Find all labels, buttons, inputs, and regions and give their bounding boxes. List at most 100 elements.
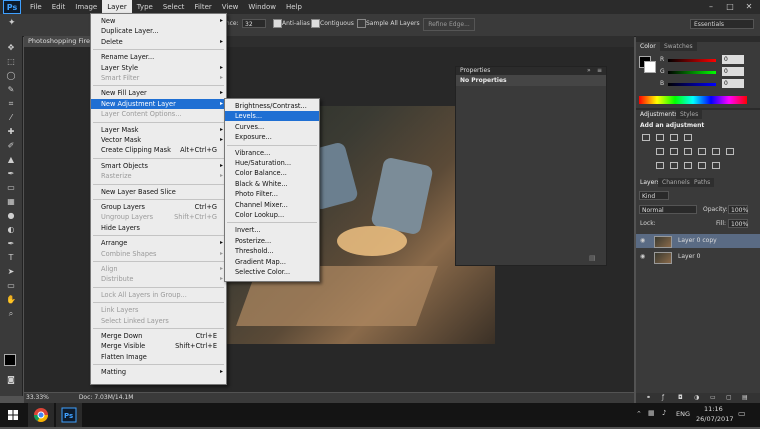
channel-b-input[interactable]: 0 bbox=[722, 79, 744, 88]
blur-tool-icon[interactable]: ● bbox=[5, 212, 17, 220]
channel-mixer-adjust-icon[interactable] bbox=[726, 148, 734, 155]
channel-b-slider[interactable] bbox=[668, 83, 716, 86]
refine-edge-button[interactable]: Refine Edge... bbox=[423, 18, 475, 31]
windows-start-icon[interactable] bbox=[0, 403, 26, 427]
move-tool-icon[interactable]: ✥ bbox=[5, 44, 17, 52]
type-tool-icon[interactable]: T bbox=[5, 254, 17, 262]
background-swatch[interactable] bbox=[644, 61, 656, 73]
notifications-icon[interactable]: ▭ bbox=[738, 409, 746, 418]
menu-filter[interactable]: Filter bbox=[189, 0, 216, 14]
curves-adjust-icon[interactable] bbox=[670, 134, 678, 141]
menu-item-channel-mixer[interactable]: Channel Mixer... bbox=[225, 200, 319, 210]
new-group-icon[interactable]: ▭ bbox=[710, 394, 716, 401]
zoom-tool-icon[interactable]: ⌕ bbox=[5, 310, 17, 318]
menu-item-layer-style[interactable]: Layer Style ▸ bbox=[91, 63, 226, 73]
menu-item-smart-objects[interactable]: Smart Objects ▸ bbox=[91, 161, 226, 171]
visibility-eye-icon[interactable]: ◉ bbox=[640, 234, 645, 248]
tab-adjustments[interactable]: Adjustments bbox=[636, 110, 682, 119]
menu-item-duplicate-layer[interactable]: Duplicate Layer... bbox=[91, 26, 226, 36]
crop-tool-icon[interactable]: ⌗ bbox=[5, 100, 17, 108]
zoom-level[interactable]: 33.33% bbox=[26, 394, 49, 401]
lasso-tool-icon[interactable]: ◯ bbox=[5, 72, 17, 80]
menu-item-new-adjustment-layer[interactable]: New Adjustment Layer ▸ bbox=[91, 98, 226, 109]
anti-alias-checkbox[interactable] bbox=[273, 19, 282, 28]
menu-item-exposure[interactable]: Exposure... bbox=[225, 132, 319, 142]
menu-view[interactable]: View bbox=[217, 0, 244, 14]
shape-tool-icon[interactable]: ▭ bbox=[5, 282, 17, 290]
menu-item-new-layer-based-slice[interactable]: New Layer Based Slice bbox=[91, 187, 226, 197]
marquee-tool-icon[interactable]: ⬚ bbox=[5, 58, 17, 66]
menu-item-new-fill-layer[interactable]: New Fill Layer ▸ bbox=[91, 88, 226, 98]
menu-item-merge-visible[interactable]: Merge Visible Shift+Ctrl+E bbox=[91, 341, 226, 351]
contiguous-checkbox[interactable] bbox=[311, 19, 320, 28]
network-icon[interactable]: ▦ bbox=[648, 409, 655, 417]
path-select-tool-icon[interactable]: ➤ bbox=[5, 268, 17, 276]
foreground-color-swatch[interactable] bbox=[4, 354, 16, 366]
layer-style-icon[interactable]: ƒ bbox=[662, 394, 664, 401]
blend-mode-select[interactable]: Normal bbox=[639, 205, 697, 214]
menu-item-selective-color[interactable]: Selective Color... bbox=[225, 267, 319, 277]
panel-collapse-icon[interactable]: » bbox=[587, 67, 591, 74]
quick-mask-icon[interactable]: ◙ bbox=[5, 376, 17, 384]
tab-channels[interactable]: Channels bbox=[658, 178, 694, 187]
menu-edit[interactable]: Edit bbox=[47, 0, 71, 14]
menu-item-brightness-contrast[interactable]: Brightness/Contrast... bbox=[225, 101, 319, 111]
selective-color-adjust-icon[interactable] bbox=[712, 162, 720, 169]
channel-g-input[interactable]: 0 bbox=[722, 67, 744, 76]
color-balance-adjust-icon[interactable] bbox=[684, 148, 692, 155]
gradient-map-adjust-icon[interactable] bbox=[698, 162, 706, 169]
panel-menu-icon[interactable]: ≡ bbox=[597, 67, 602, 74]
delete-layer-icon[interactable]: ▤ bbox=[742, 394, 748, 401]
channel-r-input[interactable]: 0 bbox=[722, 55, 744, 64]
menu-item-color-lookup[interactable]: Color Lookup... bbox=[225, 210, 319, 220]
menu-item-delete[interactable]: Delete ▸ bbox=[91, 37, 226, 47]
trash-icon[interactable]: ▤ bbox=[589, 254, 596, 262]
menu-item-hide-layers[interactable]: Hide Layers bbox=[91, 223, 226, 233]
tab-swatches[interactable]: Swatches bbox=[660, 42, 697, 51]
clock-time[interactable]: 11:16 bbox=[704, 405, 723, 413]
menu-item-rename-layer[interactable]: Rename Layer... bbox=[91, 52, 226, 62]
history-brush-icon[interactable]: ✒ bbox=[5, 170, 17, 178]
tab-styles[interactable]: Styles bbox=[676, 110, 703, 119]
menu-item-curves[interactable]: Curves... bbox=[225, 122, 319, 132]
menu-item-layer-mask[interactable]: Layer Mask ▸ bbox=[91, 125, 226, 135]
photo-filter-adjust-icon[interactable] bbox=[712, 148, 720, 155]
eyedropper-tool-icon[interactable]: ⁄ bbox=[5, 114, 17, 122]
menu-item-arrange[interactable]: Arrange ▸ bbox=[91, 238, 226, 248]
channel-g-slider[interactable] bbox=[668, 71, 716, 74]
invert-adjust-icon[interactable] bbox=[656, 162, 664, 169]
menu-item-posterize[interactable]: Posterize... bbox=[225, 236, 319, 246]
levels-adjust-icon[interactable] bbox=[656, 134, 664, 141]
visibility-eye-icon[interactable]: ◉ bbox=[640, 250, 645, 264]
menu-item-black-white[interactable]: Black & White... bbox=[225, 179, 319, 189]
menu-layer[interactable]: Layer bbox=[102, 0, 132, 14]
menu-item-color-balance[interactable]: Color Balance... bbox=[225, 168, 319, 178]
menu-help[interactable]: Help bbox=[281, 0, 307, 14]
tolerance-input[interactable]: 32 bbox=[242, 19, 266, 28]
stamp-tool-icon[interactable]: ▲ bbox=[5, 156, 17, 164]
magic-wand-tool-icon[interactable]: ✦ bbox=[8, 18, 16, 28]
gradient-tool-icon[interactable]: ▦ bbox=[5, 198, 17, 206]
dodge-tool-icon[interactable]: ◐ bbox=[5, 226, 17, 234]
tab-color[interactable]: Color bbox=[636, 42, 660, 51]
channel-r-slider[interactable] bbox=[668, 59, 716, 62]
layer-row-layer-0[interactable]: ◉ Layer 0 bbox=[636, 250, 760, 264]
menu-type[interactable]: Type bbox=[132, 0, 158, 14]
fill-input[interactable]: 100% bbox=[728, 219, 748, 228]
exposure-adjust-icon[interactable] bbox=[684, 134, 692, 141]
posterize-adjust-icon[interactable] bbox=[670, 162, 678, 169]
black-white-adjust-icon[interactable] bbox=[698, 148, 706, 155]
color-spectrum-bar[interactable] bbox=[639, 96, 747, 104]
menu-item-create-clipping-mask[interactable]: Create Clipping Mask Alt+Ctrl+G bbox=[91, 145, 226, 155]
hue-adjust-icon[interactable] bbox=[670, 148, 678, 155]
photoshop-taskbar-icon[interactable]: Ps bbox=[56, 403, 82, 427]
link-layers-icon[interactable]: ⚭ bbox=[646, 394, 651, 401]
menu-item-new[interactable]: New ▸ bbox=[91, 16, 226, 26]
layer-mask-icon[interactable]: ◘ bbox=[678, 394, 683, 401]
chrome-icon[interactable] bbox=[28, 403, 54, 427]
quick-select-tool-icon[interactable]: ✎ bbox=[5, 86, 17, 94]
input-language[interactable]: ENG bbox=[676, 410, 690, 418]
menu-item-invert[interactable]: Invert... bbox=[225, 225, 319, 235]
tray-up-icon[interactable]: ⌃ bbox=[636, 410, 642, 418]
volume-icon[interactable]: ♪ bbox=[662, 409, 666, 417]
